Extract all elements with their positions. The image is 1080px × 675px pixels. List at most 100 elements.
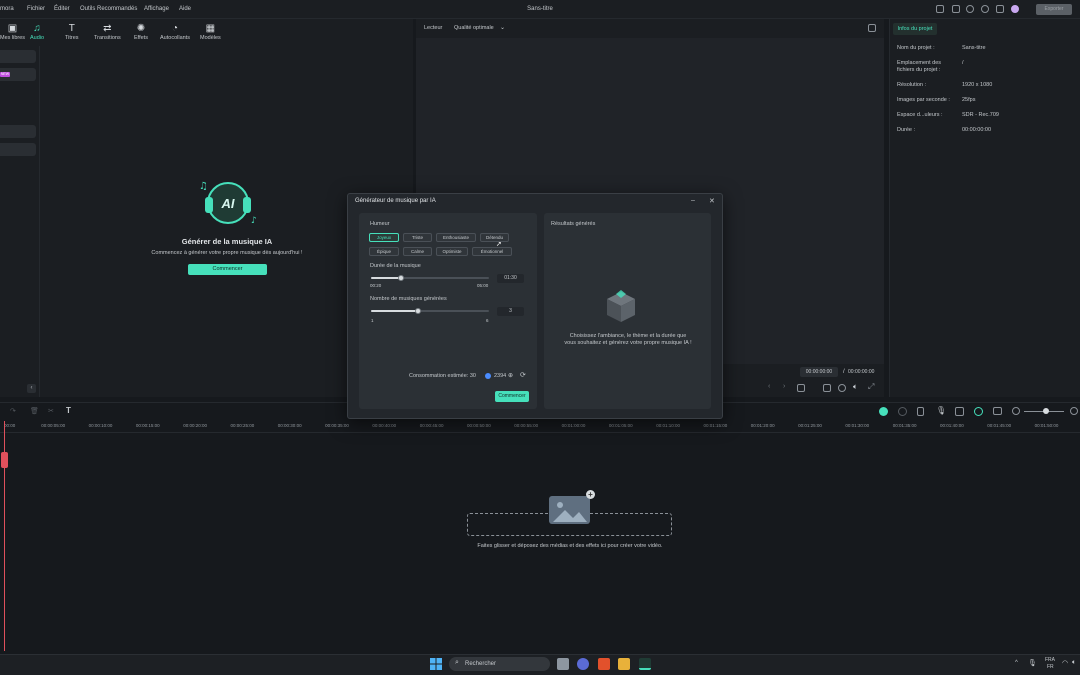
avatar[interactable] [1011,5,1019,13]
duration-value-input[interactable]: 01:30 [497,274,524,283]
redo-icon[interactable]: ↷ [10,407,16,415]
speed-icon[interactable] [898,407,907,416]
minimize-icon[interactable]: – [691,197,695,204]
display-icon[interactable] [823,384,831,392]
tab-project-info[interactable]: Infos du projet [893,23,937,35]
menu-editer[interactable]: Éditer [54,6,70,12]
chevron-up-icon[interactable]: ^ [1015,660,1018,666]
wifi-icon[interactable]: ◠ [1062,659,1068,667]
mood-chip-epique[interactable]: Épique [369,247,399,256]
menu-outils-recommandes[interactable]: Outils Recommandés [80,6,137,12]
zoom-in-icon[interactable] [1070,407,1078,415]
language-top[interactable]: FRA [1045,657,1055,663]
sidebar-item-ai-music[interactable]: NEW [0,68,36,81]
file-explorer-icon[interactable] [618,658,630,670]
tab-media[interactable]: ▣ Mes libres [0,23,25,41]
support-icon[interactable] [981,5,989,13]
taskbar-search[interactable]: ⌕ Rechercher [449,657,550,671]
project-location-label: Emplacement des fichiers du projet : [897,60,942,73]
mood-chip-optimiste[interactable]: Optimiste [436,247,468,256]
camera-icon[interactable] [838,384,846,392]
timeline-ruler[interactable]: 00:00 00:00:05:00 00:00:10:00 00:00:15:00 00… [0,419,1080,433]
zoom-slider-thumb[interactable] [1043,408,1049,414]
apps-grid-icon[interactable] [996,5,1004,13]
teams-icon[interactable] [577,658,589,670]
quality-select[interactable]: Qualité optimale [454,25,494,31]
tab-modeles[interactable]: ▦ Modèles [200,23,221,41]
volume-icon[interactable]: 🔈︎ [853,382,858,392]
snap-toggle-icon[interactable] [879,407,888,416]
next-frame-icon[interactable]: › [783,383,785,390]
tab-audio[interactable]: ♫ Audio [30,23,44,41]
task-view-icon[interactable] [557,658,569,670]
tab-autocollants[interactable]: ◔ Autocollants [160,23,190,41]
snapshot-icon[interactable] [868,24,876,32]
mouse-cursor-icon: ➚ [496,241,502,248]
window-title: Sans-titre [527,6,553,12]
prev-frame-icon[interactable]: ‹ [768,383,770,390]
count-slider-fill [371,310,418,312]
document-icon[interactable] [952,5,960,13]
sidebar-item[interactable] [0,125,36,138]
caption-icon[interactable] [993,407,1002,415]
speaker-icon[interactable]: 🔈︎ [1072,659,1076,667]
app-name[interactable]: mora [0,6,14,12]
menu-fichier[interactable]: Fichier [27,6,45,12]
microphone-icon[interactable]: 🎙︎ [936,406,946,415]
duration-max: 05:00 [477,283,489,288]
dialog-title: Générateur de musique par IA [355,198,436,204]
mood-chip-calme[interactable]: Calme [403,247,432,256]
layout-icon[interactable] [936,5,944,13]
split-icon[interactable]: ✂ [48,407,54,415]
filmora-icon[interactable] [639,658,651,670]
fit-icon[interactable] [797,384,805,392]
clip-icon[interactable] [955,407,964,416]
mood-chip-emotionnel[interactable]: Émotionnel [472,247,512,256]
delete-icon[interactable]: 🗑︎ [30,407,39,415]
consumption-label: Consommation estimée: 30 [409,373,476,379]
add-media-icon[interactable]: + [586,490,595,499]
mood-chip-triste[interactable]: Triste [403,233,432,242]
cloud-icon[interactable] [966,5,974,13]
mood-chip-enthousiaste[interactable]: Enthousiaste [436,233,476,242]
windows-start-icon[interactable] [430,658,442,670]
tab-titres[interactable]: T Titres [65,23,79,41]
audio-sidebar: NEW [0,46,40,397]
count-slider-thumb[interactable] [415,308,421,314]
duration-slider-thumb[interactable] [398,275,404,281]
sidebar-item[interactable] [0,50,36,63]
zoom-out-icon[interactable] [1012,407,1020,415]
menu-aide[interactable]: Aide [179,6,191,12]
generate-button[interactable]: Commencer [495,391,529,402]
playhead-handle[interactable] [1,452,8,468]
ruler-tick-label: 00:01:25:00 [798,423,822,428]
fullscreen-icon[interactable]: ⤢ [868,382,874,392]
ai-icon[interactable] [974,407,983,416]
add-credit-icon[interactable]: ⊕ [508,372,513,379]
chevron-down-icon[interactable]: ⌄ [500,24,505,31]
language-bottom[interactable]: FR [1047,664,1054,670]
text-tool-icon[interactable]: T [66,406,71,415]
tab-transitions[interactable]: ⇄ Transitions [94,23,121,41]
tab-modeles-label: Modèles [200,35,221,41]
duration-label: Durée : [897,127,916,133]
mood-chip-joyeux[interactable]: Joyeux [369,233,399,242]
mood-label: Humeur [370,221,390,227]
refresh-icon[interactable]: ⟳ [520,371,526,379]
total-time: 00:00:00:00 [848,369,875,375]
count-value-input[interactable]: 3 [497,307,524,316]
brave-icon[interactable] [598,658,610,670]
shield-icon[interactable] [917,407,924,416]
microphone-tray-icon[interactable]: 🎙︎ [1028,659,1037,667]
mood-chip-detendu[interactable]: Détendu [480,233,509,242]
start-ai-music-button[interactable]: Commencer [188,264,267,275]
duration-value: 00:00:00:00 [962,127,992,133]
export-button[interactable]: Exporter [1036,4,1072,15]
collapse-panel-button[interactable]: ‹ [27,384,36,393]
sidebar-item[interactable] [0,143,36,156]
menu-affichage[interactable]: Affichage [144,6,169,12]
tab-effets[interactable]: ✺ Effets [134,23,148,41]
ruler-tick-label: 00:00:40:00 [372,423,397,428]
close-icon[interactable]: ✕ [709,197,715,205]
svg-text:♪: ♪ [251,216,257,226]
